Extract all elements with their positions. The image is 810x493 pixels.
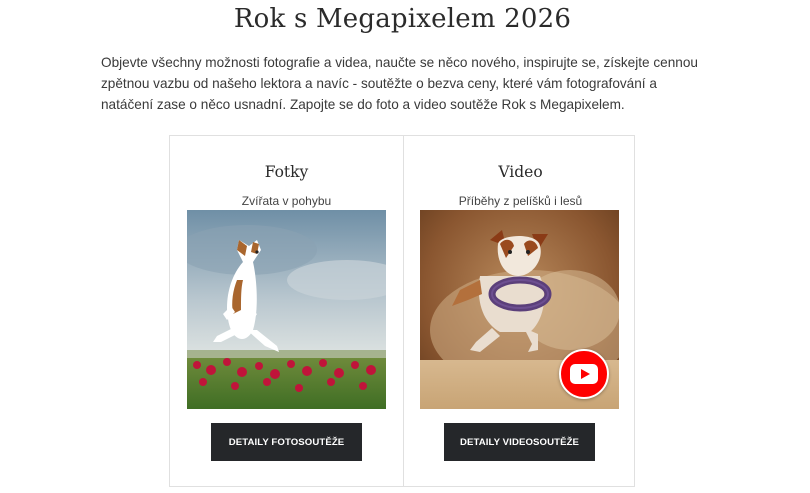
intro-paragraph: Objevte všechny možnosti fotografie a vi… xyxy=(101,55,698,112)
photo-contest-details-button[interactable]: DETAILY FOTOSOUTĚŽE xyxy=(211,423,362,461)
youtube-play-glyph xyxy=(570,364,598,384)
photo-card-subtitle: Zvířata v pohybu xyxy=(241,194,332,208)
page-title: Rok s Megapixelem 2026 xyxy=(233,4,572,34)
jumping-dog-photo-illustration xyxy=(187,210,386,409)
jumping-dog-photo[interactable] xyxy=(187,210,386,409)
video-contest-details-button[interactable]: DETAILY VIDEOSOUTĚŽE xyxy=(444,423,595,461)
video-contest-card: Video Příběhy z pelíšků i lesů DETAILY V… xyxy=(404,136,637,486)
video-card-subtitle: Příběhy z pelíšků i lesů xyxy=(458,194,583,208)
youtube-play-icon[interactable] xyxy=(559,349,609,399)
video-card-title: Video xyxy=(498,163,543,181)
running-dog-video-thumbnail[interactable] xyxy=(420,210,619,409)
photo-card-title: Fotky xyxy=(264,163,309,181)
contest-grid: Fotky Zvířata v pohybu DETAILY FOTOSOUTĚ… xyxy=(169,135,635,487)
photo-contest-card: Fotky Zvířata v pohybu DETAILY FOTOSOUTĚ… xyxy=(170,136,403,486)
